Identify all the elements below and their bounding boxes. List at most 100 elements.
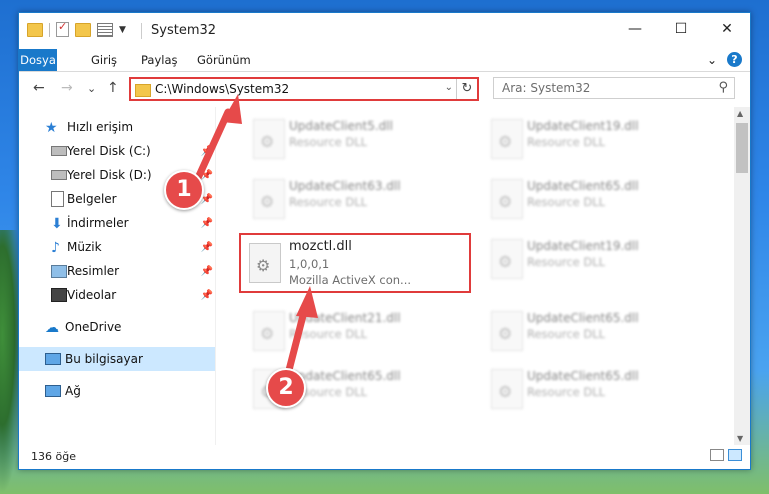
title-separator xyxy=(141,23,142,39)
dll-file-icon xyxy=(491,369,523,409)
sidebar-item-network[interactable]: Ağ xyxy=(19,379,215,403)
file-name: UpdateClient21.dll xyxy=(289,311,401,325)
sidebar-item-videos[interactable]: Videolar 📌 xyxy=(19,283,215,307)
forward-button[interactable]: → xyxy=(61,80,73,96)
sidebar-item-label: Bu bilgisayar xyxy=(65,352,143,366)
folder-icon xyxy=(135,84,151,97)
dll-file-icon xyxy=(249,243,281,283)
sidebar-item-this-pc[interactable]: Bu bilgisayar xyxy=(19,347,215,371)
title-bar: ▼ System32 — ☐ ✕ xyxy=(19,13,750,49)
sidebar-item-label: Yerel Disk (C:) xyxy=(67,144,151,158)
documents-icon xyxy=(51,191,64,207)
sidebar-item-label: Belgeler xyxy=(67,192,117,206)
file-name: UpdateClient65.dll xyxy=(527,311,639,325)
folder-icon[interactable] xyxy=(27,22,43,37)
new-folder-icon[interactable] xyxy=(75,22,91,37)
sidebar-item-downloads[interactable]: ⬇ İndirmeler 📌 xyxy=(19,211,215,235)
up-button[interactable]: ↑ xyxy=(107,80,119,96)
properties-icon[interactable] xyxy=(56,20,69,37)
minimize-button[interactable]: — xyxy=(612,13,658,45)
search-box[interactable]: Ara: System32 ⚲ xyxy=(493,77,735,99)
file-description: Resource DLL xyxy=(527,327,606,341)
dll-file-icon xyxy=(491,179,523,219)
vertical-scrollbar[interactable]: ▲ ▼ xyxy=(734,107,750,445)
address-path[interactable]: C:\Windows\System32 xyxy=(155,82,289,96)
toolbar-separator xyxy=(49,22,50,37)
tab-home[interactable]: Giriş xyxy=(81,49,127,71)
search-input[interactable]: Ara: System32 xyxy=(502,81,590,95)
address-dropdown-icon[interactable]: ⌄ xyxy=(445,82,453,93)
file-name: mozctl.dll xyxy=(289,239,352,254)
file-item[interactable]: UpdateClient5.dll Resource DLL xyxy=(239,113,471,167)
address-row: ← → ⌄ ↑ C:\Windows\System32 ⌄ ↻ Ara: Sys… xyxy=(19,72,750,106)
refresh-button[interactable]: ↻ xyxy=(456,79,477,99)
address-bar[interactable]: C:\Windows\System32 ⌄ ↻ xyxy=(129,77,479,101)
file-name: UpdateClient63.dll xyxy=(289,179,401,193)
status-bar: 136 öğe xyxy=(19,445,750,469)
recent-locations-button[interactable]: ⌄ xyxy=(87,82,96,95)
file-name: UpdateClient5.dll xyxy=(289,119,393,133)
file-description: Mozilla ActiveX con... xyxy=(289,273,412,287)
customize-toolbar-icon[interactable]: ▼ xyxy=(119,25,126,35)
callout-2: 2 xyxy=(266,368,306,408)
drive-icon xyxy=(51,170,67,180)
tab-view[interactable]: Görünüm xyxy=(187,49,261,71)
file-description: Resource DLL xyxy=(527,195,606,209)
tab-file[interactable]: Dosya xyxy=(19,49,57,71)
sidebar-item-label: Ağ xyxy=(65,384,81,398)
help-icon[interactable]: ? xyxy=(727,52,742,67)
sidebar-item-label: Yerel Disk (D:) xyxy=(67,168,152,182)
explorer-window: ▼ System32 — ☐ ✕ Dosya Giriş Paylaş Görü… xyxy=(18,12,751,470)
view-icon[interactable] xyxy=(97,22,113,37)
file-item[interactable]: UpdateClient65.dll Resource DLL xyxy=(477,305,709,359)
drive-icon xyxy=(51,146,67,156)
file-description: Resource DLL xyxy=(289,195,368,209)
details-view-icon[interactable] xyxy=(710,449,724,461)
expand-ribbon-icon[interactable]: ⌄ xyxy=(707,53,717,67)
file-description: Resource DLL xyxy=(527,135,606,149)
back-button[interactable]: ← xyxy=(33,80,45,96)
scroll-up-icon[interactable]: ▲ xyxy=(737,109,743,118)
music-icon: ♪ xyxy=(51,240,60,256)
file-name: UpdateClient19.dll xyxy=(527,239,639,253)
sidebar-item-local-disk-c[interactable]: Yerel Disk (C:) 📌 xyxy=(19,139,215,163)
maximize-button[interactable]: ☐ xyxy=(658,13,704,45)
sidebar-item-music[interactable]: ♪ Müzik 📌 xyxy=(19,235,215,259)
tiles-view-icon[interactable] xyxy=(728,449,742,461)
file-item[interactable]: UpdateClient65.dll Resource DLL xyxy=(477,363,709,417)
pin-icon: 📌 xyxy=(200,265,213,277)
tab-share[interactable]: Paylaş xyxy=(131,49,188,71)
dll-file-icon xyxy=(491,119,523,159)
sidebar-item-onedrive[interactable]: ☁ OneDrive xyxy=(19,315,215,339)
file-item[interactable]: UpdateClient65.dll Resource DLL xyxy=(477,173,709,227)
close-button[interactable]: ✕ xyxy=(704,13,750,45)
sidebar-item-label: Videolar xyxy=(67,288,117,302)
star-icon: ★ xyxy=(45,120,58,136)
sidebar-item-pictures[interactable]: Resimler 📌 xyxy=(19,259,215,283)
file-item[interactable]: UpdateClient19.dll Resource DLL xyxy=(477,113,709,167)
sidebar-item-label: OneDrive xyxy=(65,320,122,334)
file-item[interactable]: UpdateClient63.dll Resource DLL xyxy=(239,173,471,227)
file-name: UpdateClient65.dll xyxy=(527,369,639,383)
pictures-icon xyxy=(51,264,67,278)
window-title: System32 xyxy=(151,23,217,38)
file-item[interactable]: UpdateClient21.dll Resource DLL xyxy=(239,305,471,359)
sidebar-item-label: Hızlı erişim xyxy=(67,120,134,134)
file-description: Resource DLL xyxy=(527,385,606,399)
dll-file-icon xyxy=(253,311,285,351)
sidebar-item-quick-access[interactable]: ★ Hızlı erişim xyxy=(19,115,215,139)
item-count: 136 öğe xyxy=(31,450,76,463)
dll-file-icon xyxy=(491,239,523,279)
view-toggle xyxy=(710,449,742,461)
file-description: Resource DLL xyxy=(289,135,368,149)
videos-icon xyxy=(51,288,67,302)
dll-file-icon xyxy=(253,119,285,159)
scrollbar-thumb[interactable] xyxy=(736,123,748,173)
scroll-down-icon[interactable]: ▼ xyxy=(737,434,743,443)
ribbon-controls: ⌄ ? xyxy=(707,52,742,67)
pin-icon: 📌 xyxy=(200,145,213,157)
file-item-mozctl[interactable]: mozctl.dll 1,0,0,1 Mozilla ActiveX con..… xyxy=(239,233,471,293)
downloads-icon: ⬇ xyxy=(51,216,63,232)
file-item[interactable]: UpdateClient19.dll Resource DLL xyxy=(477,233,709,287)
file-description: Resource DLL xyxy=(527,255,606,269)
